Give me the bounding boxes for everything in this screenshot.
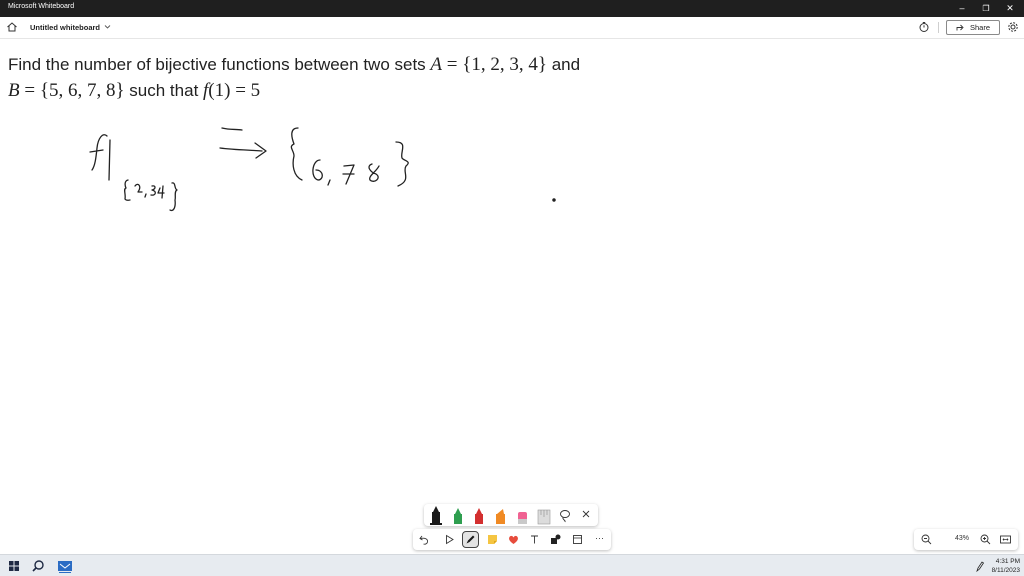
ink-restriction-bar [108,139,111,181]
reaction-icon[interactable] [506,532,521,547]
board-title[interactable]: Untitled whiteboard [30,23,100,32]
minimize-button[interactable]: – [950,0,974,17]
zoom-in-icon[interactable] [978,532,993,547]
close-button[interactable]: ✕ [998,0,1022,17]
timer-icon[interactable] [918,21,930,33]
shapes-icon[interactable] [548,532,563,547]
restore-button[interactable]: ❐ [974,0,998,17]
whiteboard-app-icon[interactable] [57,559,73,573]
ink-target-set [290,127,409,187]
sticky-note-icon[interactable] [485,532,500,547]
green-pen-icon[interactable] [454,508,462,524]
black-pen-icon[interactable] [430,506,442,525]
taskbar-clock[interactable]: 4:31 PM 8/11/2023 [980,557,1020,575]
orange-highlighter-icon[interactable] [496,509,505,524]
main-toolbar: ··· [413,529,611,550]
select-icon[interactable] [442,532,457,547]
windows-taskbar: 4:31 PM 8/11/2023 [0,554,1024,576]
start-icon[interactable] [7,559,21,573]
ink-dot [552,198,556,202]
share-button[interactable]: Share [946,20,1000,35]
clock-time: 4:31 PM [995,558,1020,565]
whiteboard-window: Microsoft Whiteboard – ❐ ✕ Untitled whit… [0,0,1024,576]
fit-to-screen-icon[interactable] [998,532,1013,547]
ruler-icon[interactable] [537,509,551,525]
pen-tray [424,504,598,526]
zoom-out-icon[interactable] [919,532,934,547]
ink-implies-arrow [219,127,267,159]
red-pen-icon[interactable] [475,508,483,524]
title-bar: Microsoft Whiteboard – ❐ ✕ [0,0,1024,17]
share-label: Share [969,23,990,32]
toolbar-divider [938,22,939,33]
pen-tray-icons [430,506,590,525]
pink-highlighter-icon[interactable] [518,512,527,524]
text-icon[interactable] [527,532,542,547]
pen-icon[interactable] [462,531,479,548]
share-icon [956,24,964,31]
clock-date: 8/11/2023 [991,567,1020,574]
search-icon[interactable] [31,559,45,573]
zoom-level[interactable]: 43% [946,535,978,542]
templates-icon[interactable] [570,532,585,547]
app-title: Microsoft Whiteboard [8,3,75,10]
handwritten-ink[interactable] [0,40,1024,554]
home-icon[interactable] [6,21,18,33]
undo-icon[interactable] [417,532,432,547]
gear-icon[interactable] [1007,21,1019,33]
close-tray-icon[interactable] [582,510,590,518]
chevron-down-icon[interactable] [103,22,112,31]
lasso-icon[interactable] [560,510,570,523]
zoom-controls: 43% [914,529,1018,550]
more-icon[interactable]: ··· [592,532,607,547]
ink-subscript-set [123,179,178,212]
ink-letter-f [89,134,108,171]
whiteboard-canvas[interactable]: Find the number of bijective functions b… [0,40,1024,554]
app-toolbar: Untitled whiteboard Share [0,17,1024,39]
